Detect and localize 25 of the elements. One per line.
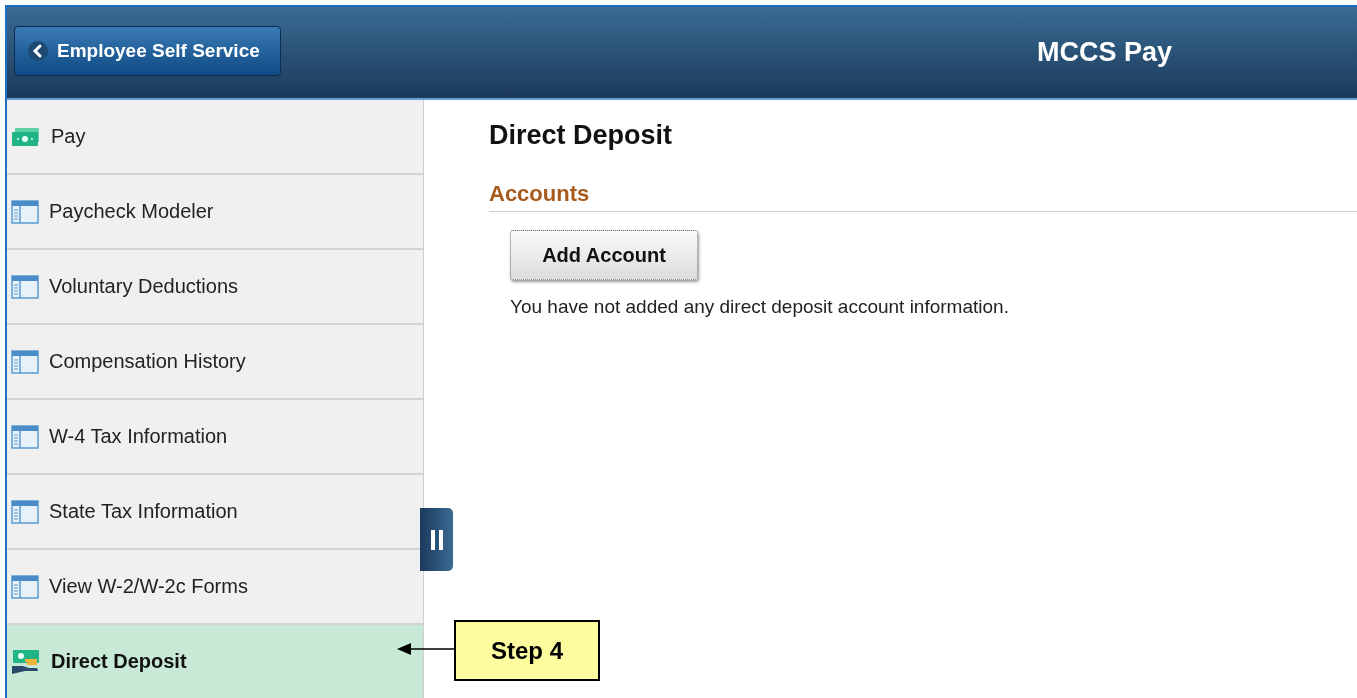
back-button[interactable]: Employee Self Service [14, 25, 281, 76]
hand-money-icon [11, 648, 41, 675]
page-layout-icon [11, 274, 39, 299]
sidebar-item[interactable]: Pay [7, 100, 423, 175]
sidebar-item[interactable]: Direct Deposit [7, 625, 423, 698]
page-layout-icon [11, 574, 39, 599]
collapse-handle[interactable] [420, 508, 453, 571]
page-layout-icon [11, 424, 39, 449]
sidebar-item[interactable]: Paycheck Modeler [7, 175, 423, 250]
sidebar-item[interactable]: W-4 Tax Information [7, 400, 423, 475]
sidebar-item[interactable]: Compensation History [7, 325, 423, 400]
page-title: MCCS Pay [1037, 37, 1173, 67]
section-heading: Accounts [489, 181, 591, 207]
empty-message: You have not added any direct deposit account information. [510, 296, 1010, 318]
back-chevron-icon [27, 39, 49, 62]
page-layout-icon [11, 349, 39, 374]
step-callout: Step 4 [454, 620, 600, 681]
page-layout-icon [11, 499, 39, 524]
banknote-icon [11, 125, 41, 148]
add-account-button[interactable]: Add Account [510, 230, 698, 280]
pause-icon [429, 528, 444, 551]
sidebar-item[interactable]: Voluntary Deductions [7, 250, 423, 325]
callout-arrow [397, 642, 455, 656]
page-heading: Direct Deposit [489, 120, 674, 151]
page-layout-icon [11, 199, 39, 224]
